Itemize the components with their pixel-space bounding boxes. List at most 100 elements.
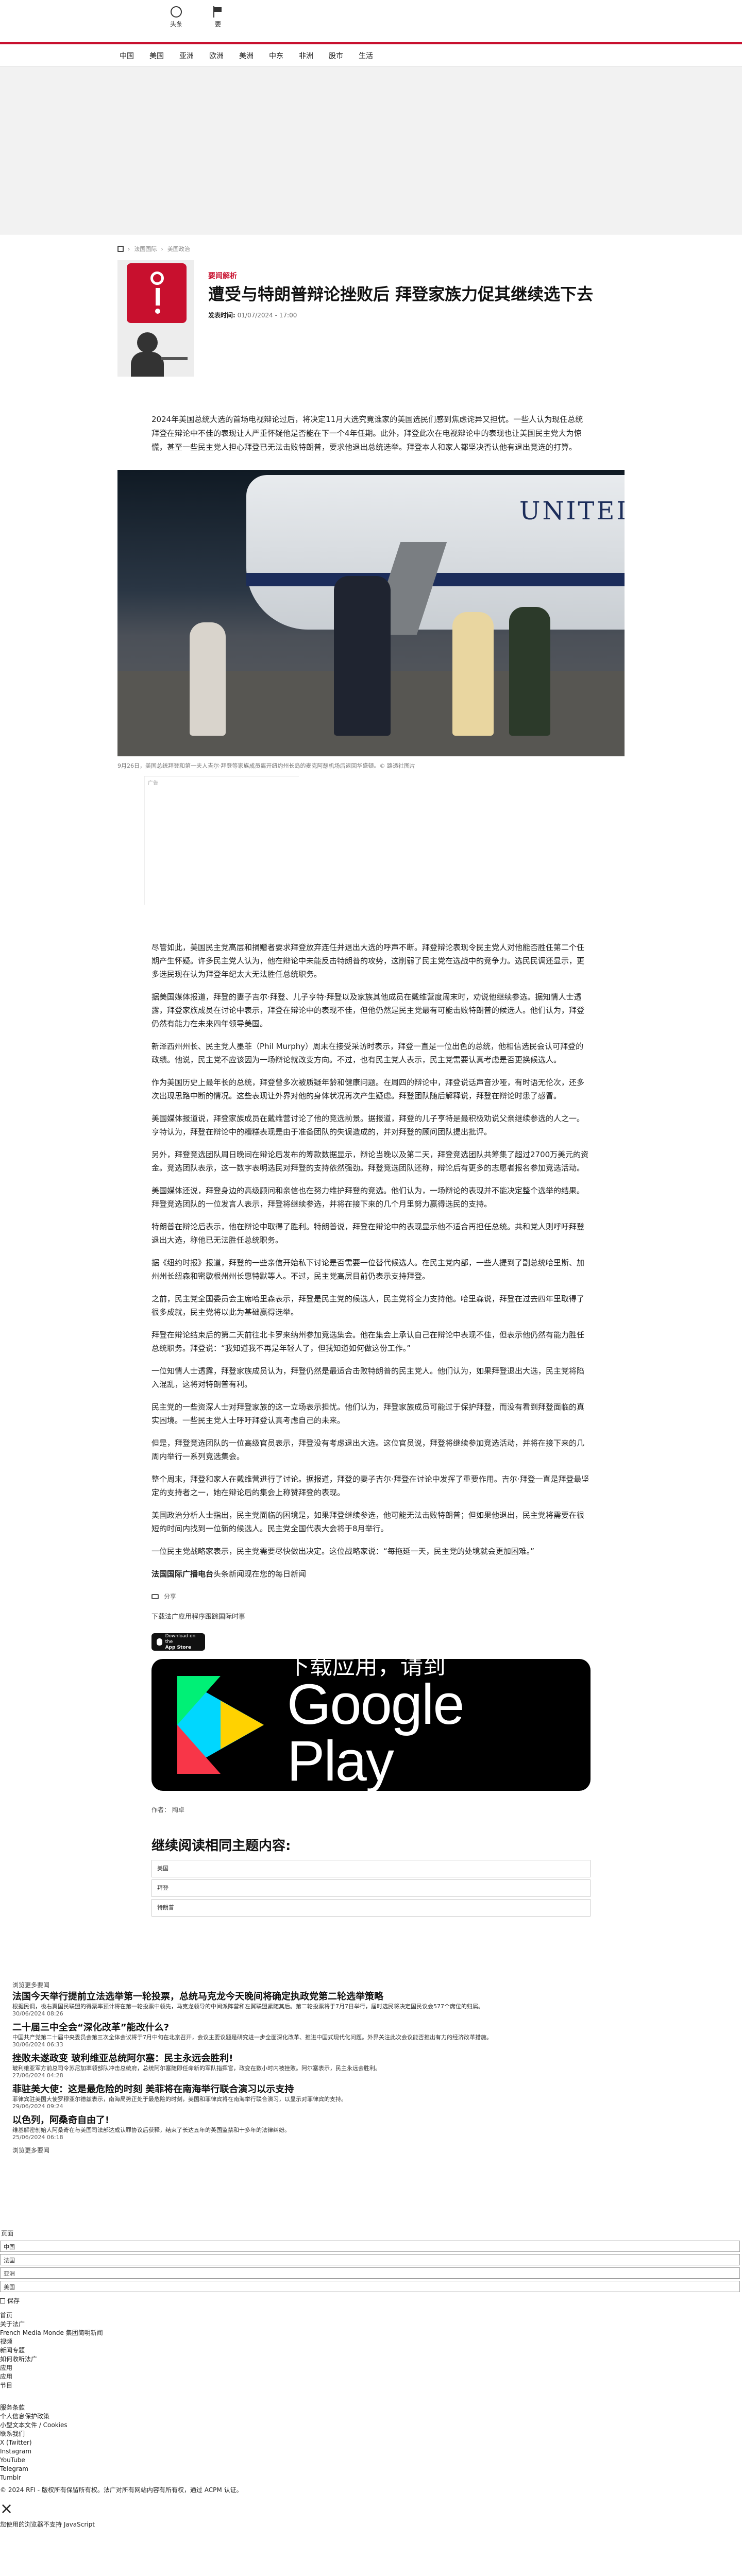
body-paragraph: 美国媒体还说，拜登身边的高级顾问和亲信也在努力维护拜登的竞选。他们认为，一场辩论… (151, 1186, 585, 1209)
footer-link[interactable]: 新闻专题 (0, 2346, 742, 2355)
share-row[interactable]: 分享 (151, 1590, 591, 1603)
edition-select[interactable]: 中国 (0, 2241, 740, 2252)
save-checkbox[interactable]: 保存 (0, 2296, 742, 2305)
nav-item[interactable]: 美洲 (239, 50, 254, 61)
body-paragraph: 民主党的一些资深人士对拜登家族的这一立场表示担忧。他们认为，拜登家族成员可能过于… (151, 1402, 585, 1425)
footer-link[interactable]: 节目 (0, 2381, 742, 2390)
nav-item[interactable]: 非洲 (299, 50, 313, 61)
app-store-badge[interactable]: Download on the App Store (151, 1633, 205, 1651)
body-paragraph: 但是，拜登竞选团队的一位高级官员表示，拜登没有考虑退出大选。这位官员说，拜登将继… (151, 1438, 585, 1461)
more-news-label[interactable]: 浏览更多要闻 (12, 1980, 742, 1989)
edition-select[interactable]: 法国 (0, 2254, 740, 2265)
home-label: 头条 (170, 21, 183, 28)
gp-small-text: 下载应用，请到 (286, 1653, 446, 1680)
body-paragraph: 美国媒体报道说，拜登家族成员在戴维营讨论了他的竞选前景。据报道，拜登的儿子亨特是… (151, 1114, 585, 1137)
body-paragraph: 整个周末，拜登和家人在戴维营进行了讨论。据报道，拜登的妻子吉尔·拜登在讨论中发挥… (151, 1475, 589, 1497)
footer-link[interactable]: 个人信息保护政策 (0, 2412, 742, 2421)
home-icon[interactable] (117, 246, 124, 252)
footer-link[interactable]: 联系我们 (0, 2430, 742, 2438)
footer-link[interactable]: 首页 (0, 2311, 742, 2320)
source-label[interactable]: 法国国际广播电台 (151, 1569, 213, 1579)
more-news-section: 浏览更多要闻 法国今天举行提前立法选举第一轮投票，总统马克龙今天晚间将确定执政党… (0, 1919, 742, 2155)
nav-item[interactable]: 中东 (269, 50, 283, 61)
footer-link[interactable]: 如何收听法广 (0, 2355, 742, 2364)
article-header: 要闻解析 遭受与特朗普辩论挫败后 拜登家族力促其继续选下去 发表时间: 01/0… (117, 260, 625, 400)
footer-link[interactable]: 小型文本文件 / Cookies (0, 2421, 742, 2430)
apple-icon (157, 1638, 162, 1646)
footer-link[interactable]: Tumblr (0, 2473, 742, 2482)
body-paragraph: 一位民主党战略家表示，民主党需要尽快做出决定。这位战略家说：“每拖延一天，民主党… (151, 1547, 535, 1556)
flag-label: 要 (215, 21, 222, 28)
footer-link[interactable]: X (Twitter) (0, 2438, 742, 2447)
breadcrumb-link[interactable]: 美国政治 (167, 245, 190, 253)
news-item[interactable]: 菲驻美大使：这是最危险的时刻 美菲将在南海举行联合演习以示支持 菲律宾驻美国大使… (12, 2084, 641, 2110)
footer-link[interactable]: 视频 (0, 2337, 742, 2346)
body-paragraph: 作为美国历史上最年长的总统，拜登曾多次被质疑年龄和健康问题。在周四的辩论中，拜登… (151, 1078, 585, 1100)
nav-item[interactable]: 生活 (359, 50, 373, 61)
body-paragraph: 拜登在辩论结束后的第二天前往北卡罗来纳州参加竞选集会。他在集会上承认自己在辩论中… (151, 1330, 585, 1353)
related-title: 继续阅读相同主题内容: (151, 1838, 291, 1854)
edition-select[interactable]: 美国 (0, 2281, 740, 2292)
article-title: 遭受与特朗普辩论挫败后 拜登家族力促其继续选下去 (208, 284, 594, 304)
checkbox-icon (0, 2298, 5, 2303)
home-nav-link[interactable]: 头条 (170, 6, 182, 28)
body-paragraph: 据《纽约时报》报道，拜登的一些亲信开始私下讨论是否需要一位替代候选人。在民主党内… (151, 1258, 585, 1281)
body-paragraph: 新泽西州州长、民主党人墨菲（Phil Murphy）周末在接受采访时表示，拜登一… (151, 1042, 584, 1064)
main-nav: 中国 美国 亚洲 欧洲 美洲 中东 非洲 股市 生活 (0, 44, 742, 67)
nav-item[interactable]: 亚洲 (179, 50, 194, 61)
share-icon (151, 1594, 159, 1599)
related-topic[interactable]: 特朗普 (151, 1899, 591, 1917)
article-body: 尽管如此，美国民主党高层和捐赠者要求拜登放弃连任并退出大选的呼声不断。拜登辩论表… (151, 905, 591, 1917)
share-label: 分享 (164, 1593, 177, 1600)
footer-link[interactable]: Instagram (0, 2447, 742, 2456)
article-tag[interactable]: 要闻解析 (208, 270, 593, 281)
footer-legal-links: 服务条款 个人信息保护政策 小型文本文件 / Cookies 联系我们 X (T… (0, 2390, 742, 2482)
flag-icon (213, 6, 223, 18)
footer-link[interactable]: 应用 (0, 2364, 742, 2372)
footer-link[interactable]: French Media Monde 集团简明新闻 (0, 2329, 742, 2337)
news-item[interactable]: 法国今天举行提前立法选举第一轮投票，总统马克龙今天晚间将确定执政党第二轮选举策略… (12, 1991, 641, 2017)
nav-item[interactable]: 美国 (149, 50, 164, 61)
footer-link[interactable]: 服务条款 (0, 2403, 742, 2412)
top-ad-slot (0, 67, 742, 234)
news-item[interactable]: 二十届三中全会“深化改革”能改什么? 中国共产党第二十届中央委员会第三次全体会议… (12, 2022, 641, 2048)
nav-item[interactable]: 中国 (120, 50, 134, 61)
body-paragraph: 一位知情人士透露，拜登家族成员认为，拜登仍然是最适合击败特朗普的民主党人。他们认… (151, 1366, 585, 1389)
copyright: © 2024 RFI - 版权所有保留所有权。法广对所有网站内容有所有权，通过 … (0, 2486, 243, 2494)
author-name[interactable]: 陶卓 (172, 1806, 184, 1814)
related-topic[interactable]: 拜登 (151, 1879, 591, 1897)
inline-ad-slot: 广告 (144, 776, 299, 905)
article-photo: UNITED STATES (117, 470, 625, 756)
body-paragraph: 之前，民主党全国委员会主席哈里森表示，拜登是民主党的候选人，民主党将全力支持他。… (151, 1294, 585, 1317)
body-paragraph: 特朗普在辩论后表示，他在辩论中取得了胜利。特朗普说，拜登在辩论中的表现显示他不适… (151, 1222, 585, 1245)
footer-link[interactable]: YouTube (0, 2456, 742, 2465)
edition-select[interactable]: 亚洲 (0, 2267, 740, 2279)
news-item[interactable]: 以色列，阿桑奇自由了! 维基解密创始人阿桑奇在与美国司法部达成认罪协议后获释，结… (12, 2115, 641, 2141)
google-play-icon (177, 1676, 264, 1774)
photo-caption: 9月26日，美国总统拜登和第一夫人吉尔·拜登等家族成员离开纽约州长岛的麦克阿瑟机… (117, 762, 415, 769)
article-lead: 2024年美国总统大选的首场电视辩论过后，将决定11月大选究竟谁家的美国选民们感… (151, 415, 583, 452)
related-topic[interactable]: 美国 (151, 1860, 591, 1877)
news-item[interactable]: 挫败未遂政变 玻利维亚总统阿尔塞：民主永远会胜利! 玻利维亚军方前总司令苏尼加率… (12, 2053, 641, 2079)
home-icon (171, 6, 182, 18)
more-news-link[interactable]: 浏览更多要闻 (12, 2146, 742, 2155)
flag-nav-link[interactable]: 要 (213, 6, 223, 28)
footer-link[interactable]: Telegram (0, 2465, 742, 2473)
breadcrumb-link[interactable]: 法国国际 (134, 245, 157, 253)
close-icon[interactable]: × (0, 2501, 742, 2517)
footer-link[interactable]: 关于法广 (0, 2320, 742, 2329)
author-line: 作者： 陶卓 (151, 1806, 184, 1814)
publish-date: 发表时间: 01/07/2024 - 17:00 (208, 312, 297, 319)
body-paragraph: 另外，拜登竞选团队周日晚间在辩论后发布的筹款数据显示，辩论当晚以及第二天，拜登竞… (151, 1150, 589, 1173)
ad-label: 广告 (148, 781, 158, 786)
google-play-banner[interactable]: 下载应用，请到 Google Play (151, 1653, 591, 1791)
nav-item[interactable]: 股市 (329, 50, 343, 61)
footer-misc: 页面 中国 法国 亚洲 美国 保存 首页 关于法广 French Media M… (0, 2157, 742, 2539)
body-paragraph: 据美国媒体报道，拜登的妻子吉尔·拜登、儿子亨特·拜登以及家族其他成员在戴维营度周… (151, 992, 585, 1028)
article-container: › 法国国际 › 美国政治 要闻解析 遭受与特朗普辩论挫败后 拜登家族力促其继续… (117, 234, 625, 1917)
nav-item[interactable]: 欧洲 (209, 50, 224, 61)
footer-link[interactable]: 应用 (0, 2372, 742, 2381)
breadcrumb: › 法国国际 › 美国政治 (117, 234, 625, 260)
source-line: 法国国际广播电台头条新闻现在您的每日新闻 (151, 1569, 307, 1579)
section-label: 页面 (1, 2230, 14, 2237)
